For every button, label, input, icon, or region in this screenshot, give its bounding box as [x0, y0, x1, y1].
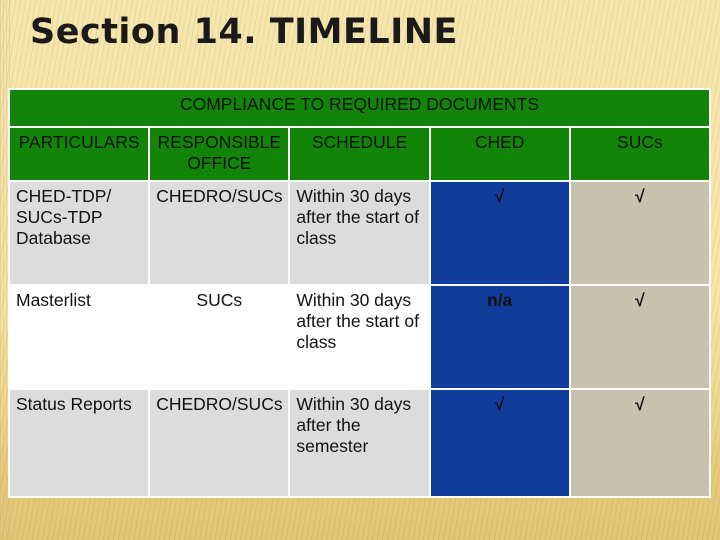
table-banner: COMPLIANCE TO REQUIRED DOCUMENTS — [10, 90, 709, 126]
column-header-schedule: SCHEDULE — [290, 128, 429, 180]
row-particulars: Status Reports — [10, 390, 149, 496]
column-header-sucs: SUCs — [570, 128, 709, 180]
row-responsible-office: CHEDRO/SUCs — [150, 390, 289, 496]
row-schedule: Within 30 days after the semester — [290, 390, 429, 496]
page-title: Section 14. TIMELINE — [30, 12, 458, 52]
row-responsible-office: CHEDRO/SUCs — [150, 182, 289, 284]
column-header-responsible-office: RESPONSIBLE OFFICE — [150, 128, 289, 180]
row-ched-status: √ — [430, 182, 569, 284]
row-responsible-office: SUCs — [150, 286, 289, 388]
compliance-table-container: COMPLIANCE TO REQUIRED DOCUMENTS PARTICU… — [8, 88, 711, 498]
table-row: Status Reports CHEDRO/SUCs Within 30 day… — [10, 390, 709, 496]
row-particulars: Masterlist — [10, 286, 149, 388]
table-row: Masterlist SUCs Within 30 days after the… — [10, 286, 709, 388]
table-row: CHED-TDP/ SUCs-TDP Database CHEDRO/SUCs … — [10, 182, 709, 284]
row-ched-status: √ — [430, 390, 569, 496]
row-sucs-status: √ — [570, 182, 709, 284]
row-sucs-status: √ — [570, 286, 709, 388]
slide-canvas: Section 14. TIMELINE COMPLIANCE TO REQUI… — [0, 0, 720, 540]
compliance-table: COMPLIANCE TO REQUIRED DOCUMENTS PARTICU… — [8, 88, 711, 498]
table-header-row: PARTICULARS RESPONSIBLE OFFICE SCHEDULE … — [10, 128, 709, 180]
row-schedule: Within 30 days after the start of class — [290, 182, 429, 284]
column-header-ched: CHED — [430, 128, 569, 180]
column-header-particulars: PARTICULARS — [10, 128, 149, 180]
row-schedule: Within 30 days after the start of class — [290, 286, 429, 388]
table-banner-row: COMPLIANCE TO REQUIRED DOCUMENTS — [10, 90, 709, 126]
row-ched-status: n/a — [430, 286, 569, 388]
row-particulars: CHED-TDP/ SUCs-TDP Database — [10, 182, 149, 284]
row-sucs-status: √ — [570, 390, 709, 496]
